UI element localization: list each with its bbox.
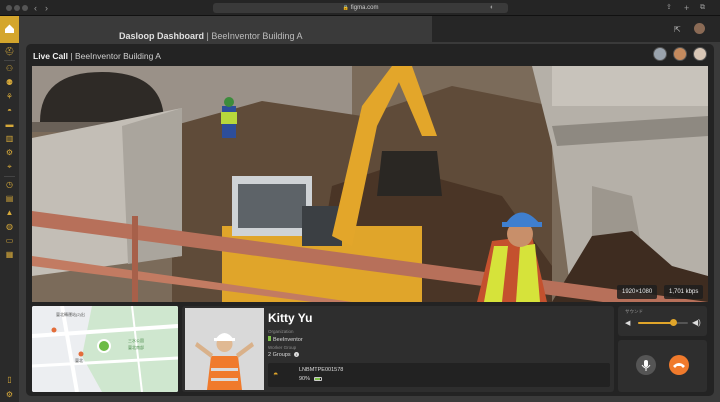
resolution-badge: 1920×1080: [617, 285, 658, 299]
call-label: Live Call: [33, 51, 68, 61]
phone-hangup-icon: [673, 363, 685, 368]
worker-group-value: 2 Groups i: [268, 352, 300, 358]
browser-chrome: ‹ › 🔒 figma.com ◐ ⇪ + ⧉: [0, 0, 720, 16]
info-icon[interactable]: i: [294, 352, 300, 357]
battery-icon: [314, 377, 322, 381]
location-map[interactable]: 臺北轉運站(2)出 三水公園 臺北南部 臺北: [32, 306, 178, 392]
close-window-dot[interactable]: [6, 5, 12, 11]
book-icon[interactable]: ▯: [0, 375, 19, 385]
bitrate-badge: 1,701 kbps: [664, 285, 704, 299]
project-name: BeeInventor Building A: [211, 31, 303, 41]
participant-avatar[interactable]: [673, 47, 687, 61]
construction-site-scene: [32, 66, 708, 302]
device-info: ◓ LNBMTPE001578 90%: [268, 363, 610, 387]
hang-up-button[interactable]: [669, 355, 689, 375]
sidebar-divider: [4, 176, 15, 177]
volume-panel: サウンド ◀ ◀): [618, 306, 707, 336]
helmet-icon[interactable]: ◓: [0, 106, 19, 116]
device-id: LNBMTPE001578: [299, 367, 344, 373]
document-icon[interactable]: ▤: [0, 194, 19, 204]
dashboard-header-right: ⇱: [432, 16, 720, 42]
alert-icon[interactable]: ▲: [0, 208, 19, 218]
pin-icon[interactable]: ⌖: [0, 162, 19, 172]
new-tab-icon[interactable]: +: [684, 2, 689, 14]
helmet-device-icon: ◓: [273, 369, 279, 379]
video-feed[interactable]: 1920×1080 1,701 kbps: [32, 66, 708, 302]
camera-icon[interactable]: ◍: [0, 222, 19, 232]
worker-group-count: 2 Groups: [268, 352, 291, 358]
map-label: 臺北轉運站(2)出: [56, 312, 85, 317]
building-icon[interactable]: ▦: [0, 250, 19, 260]
map-tiles: [32, 306, 178, 392]
live-call-window: Live Call | BeeInventor Building A 1920×…: [26, 44, 714, 396]
organization-name: BeeInventor: [273, 337, 303, 343]
volume-label: サウンド: [625, 309, 643, 314]
app-title: Dasloop Dashboard: [119, 31, 205, 41]
microphone-icon: [641, 360, 651, 371]
forward-arrow-icon[interactable]: ›: [45, 2, 48, 14]
title-separator: |: [206, 31, 209, 41]
organization-value: BeeInventor: [268, 336, 303, 343]
equipment-icon[interactable]: ⚙: [0, 148, 19, 158]
home-icon: [5, 24, 14, 33]
worker-figure: [185, 308, 264, 390]
environment-icon[interactable]: ⚘: [0, 92, 19, 102]
org-color-tag: [268, 336, 271, 341]
map-label: 臺北南部: [128, 345, 144, 350]
workers-icon[interactable]: ⚉: [0, 78, 19, 88]
zoom-window-dot[interactable]: [22, 5, 28, 11]
call-project: BeeInventor Building A: [74, 51, 161, 61]
map-label: 三水公園: [128, 338, 144, 343]
structure-icon[interactable]: ▥: [0, 134, 19, 144]
truck-icon[interactable]: ▬: [0, 120, 19, 130]
url-bar[interactable]: 🔒 figma.com: [213, 3, 508, 13]
worker-profile-card: Kitty Yu Organization BeeInventor Worker…: [182, 306, 614, 392]
battery-level: 90%: [299, 376, 311, 382]
url-text: figma.com: [350, 5, 379, 11]
participant-avatar[interactable]: [653, 47, 667, 61]
tab-overview-icon[interactable]: ⧉: [700, 2, 705, 14]
analytics-icon[interactable]: ⛑: [0, 47, 19, 57]
call-title-separator: |: [70, 51, 73, 61]
call-title: Live Call | BeeInventor Building A: [33, 51, 161, 61]
dashboard-title: Dasloop Dashboard | BeeInventor Building…: [119, 31, 302, 41]
mute-button[interactable]: [636, 355, 656, 375]
share-icon[interactable]: ⇪: [666, 2, 672, 14]
minimize-window-dot[interactable]: [14, 5, 20, 11]
share-permission-icon[interactable]: ◐: [490, 2, 494, 14]
external-link-icon[interactable]: ⇱: [674, 25, 681, 34]
volume-down-icon[interactable]: ◀: [625, 319, 630, 327]
participant-avatar[interactable]: [693, 47, 707, 61]
organization-label: Organization: [268, 329, 294, 334]
volume-fill: [638, 322, 673, 324]
home-button[interactable]: [0, 16, 19, 43]
user-avatar[interactable]: [694, 23, 705, 34]
clock-icon[interactable]: ◷: [0, 180, 19, 190]
people-icon[interactable]: ⚇: [0, 64, 19, 74]
back-arrow-icon[interactable]: ‹: [34, 2, 37, 14]
volume-knob[interactable]: [669, 319, 677, 326]
report-icon[interactable]: ▭: [0, 236, 19, 246]
worker-name: Kitty Yu: [268, 311, 313, 325]
lock-icon: 🔒: [342, 5, 349, 11]
sidebar-divider: [4, 60, 15, 61]
worker-group-label: Worker Group: [268, 345, 297, 350]
volume-slider[interactable]: [638, 322, 688, 324]
sidebar: ⛑ ⚇ ⚉ ⚘ ◓ ▬ ▥ ⚙ ⌖ ◷ ▤ ▲ ◍ ▭ ▦ ▯ ⚙: [0, 16, 19, 402]
call-controls: [618, 340, 707, 392]
map-label: 臺北: [75, 358, 83, 363]
settings-icon[interactable]: ⚙: [0, 390, 19, 400]
volume-up-icon[interactable]: ◀): [692, 318, 701, 327]
worker-photo: [185, 308, 264, 390]
